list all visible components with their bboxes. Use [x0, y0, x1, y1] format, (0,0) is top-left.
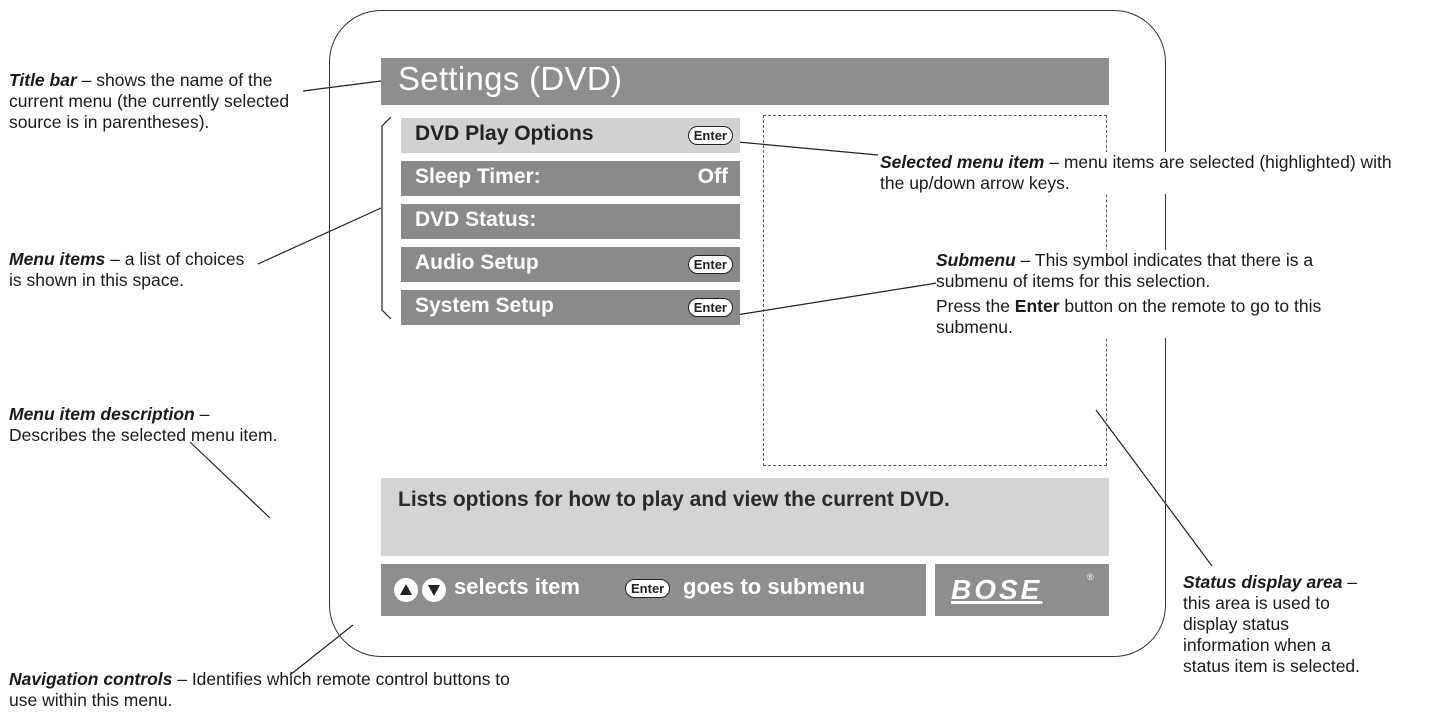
- menu-item-label: Audio Setup: [415, 251, 539, 274]
- annotation-navigation-controls: Navigation controls – Identifies which r…: [9, 669, 529, 711]
- menu-item-value: Off: [697, 165, 728, 188]
- enter-submenu-icon: Enter: [687, 255, 733, 274]
- annotation-term: Menu items: [9, 249, 106, 269]
- menu-item-audio-setup[interactable]: Audio Setup Enter: [401, 247, 740, 282]
- menu-item-label: System Setup: [415, 294, 554, 317]
- annotation-term: Title bar: [9, 70, 77, 90]
- registered-mark: ®: [1087, 572, 1094, 582]
- menu-item-label: DVD Status:: [415, 208, 537, 231]
- annotation-term: Navigation controls: [9, 669, 173, 689]
- annotation-submenu-press: Press the Enter button on the remote to …: [936, 296, 1381, 338]
- menu-item-description: Lists options for how to play and view t…: [381, 478, 1109, 556]
- nav-goes-text: goes to submenu: [683, 574, 866, 599]
- down-arrow-icon: [422, 578, 446, 602]
- annotation-status-display-area: Status display area – this area is used …: [1183, 572, 1378, 677]
- menu-item-system-setup[interactable]: System Setup Enter: [401, 290, 740, 325]
- menu-item-sleep-timer[interactable]: Sleep Timer: Off: [401, 161, 740, 196]
- annotation-selected-menu-item: Selected menu item – menu items are sele…: [880, 152, 1400, 194]
- annotation-submenu: Submenu – This symbol indicates that the…: [936, 250, 1381, 338]
- brand-logo-text: BOSE: [951, 574, 1043, 605]
- enter-submenu-icon: Enter: [687, 298, 733, 317]
- up-arrow-icon: [394, 578, 418, 602]
- annotation-term: Selected menu item: [880, 152, 1045, 172]
- page-title: Settings (DVD): [398, 60, 623, 97]
- annotation-term: Menu item description: [9, 404, 195, 424]
- annotation-title-bar: Title bar – shows the name of the curren…: [9, 70, 299, 133]
- menu-item-label: DVD Play Options: [415, 122, 594, 145]
- annotation-menu-items: Menu items – a list of choices is shown …: [9, 249, 259, 291]
- enter-submenu-icon: Enter: [687, 126, 733, 145]
- annotation-menu-item-description: Menu item description – Describes the se…: [9, 404, 284, 446]
- annotation-term: Submenu: [936, 250, 1016, 270]
- brand-logo: BOSE ®: [935, 564, 1109, 616]
- nav-selects-text: selects item: [454, 574, 580, 599]
- annotation-text: Press the: [936, 296, 1015, 316]
- description-leader: [189, 441, 271, 519]
- annotation-term: Status display area: [1183, 572, 1343, 592]
- menu-item-label: Sleep Timer:: [415, 165, 541, 188]
- menu-item-dvd-play-options[interactable]: DVD Play Options Enter: [401, 118, 740, 153]
- enter-key-label: Enter: [1014, 296, 1060, 316]
- title-bar: Settings (DVD): [381, 58, 1109, 105]
- menu-item-dvd-status[interactable]: DVD Status:: [401, 204, 740, 239]
- enter-button-icon: Enter: [625, 579, 671, 598]
- navigation-controls: selects item Enter goes to submenu: [381, 564, 926, 616]
- description-text: Lists options for how to play and view t…: [398, 488, 950, 511]
